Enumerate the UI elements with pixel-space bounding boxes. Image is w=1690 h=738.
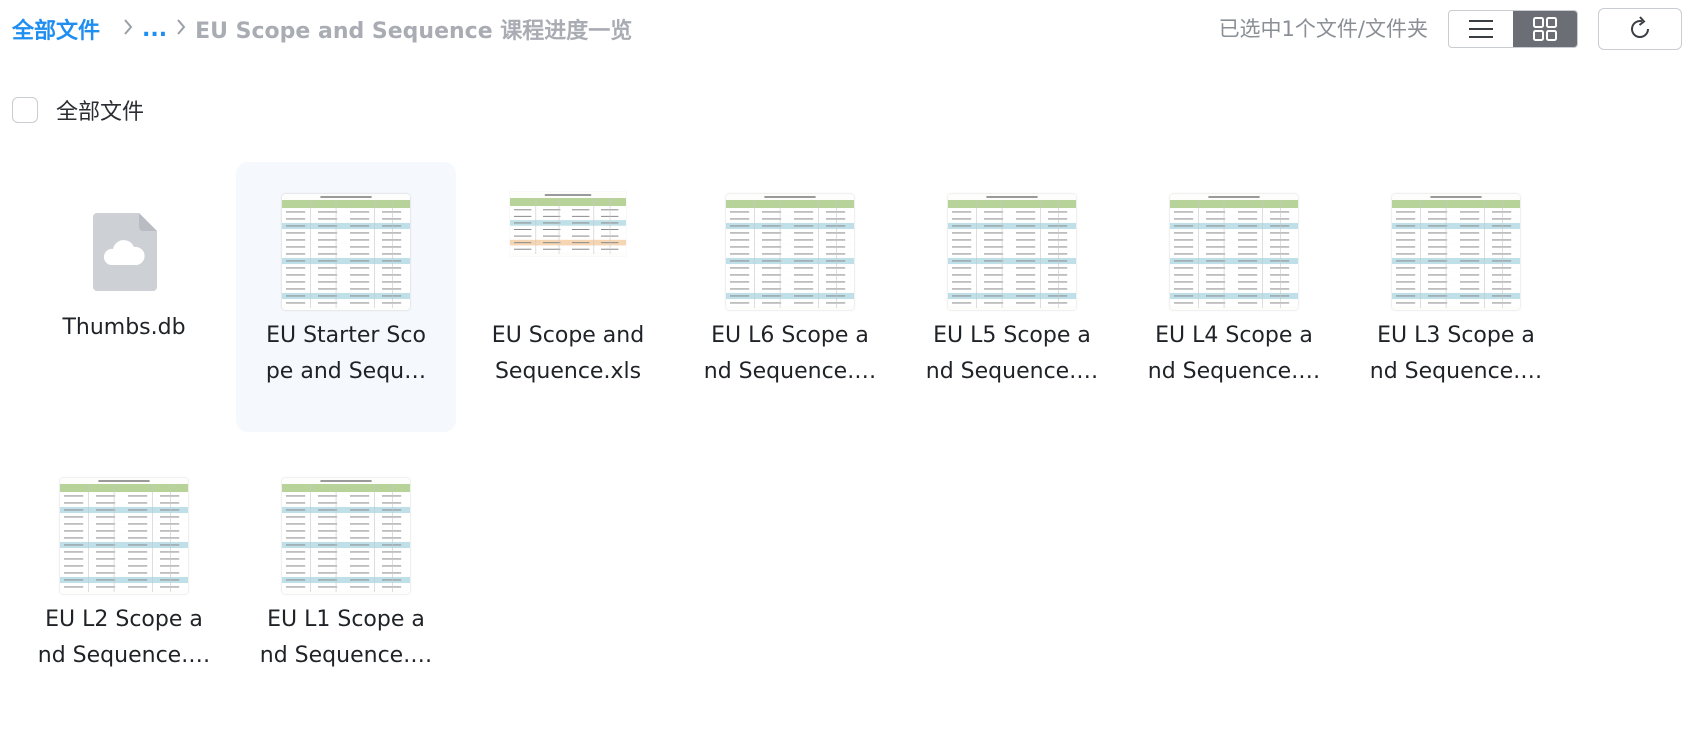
list-view-button[interactable]: [1449, 11, 1513, 47]
spreadsheet-preview-icon: [1392, 196, 1520, 308]
spreadsheet-preview-icon: [510, 194, 626, 254]
spreadsheet-thumbnail-icon: [510, 192, 626, 256]
file-thumbnail: [458, 192, 678, 312]
spreadsheet-thumbnail-icon: [726, 194, 854, 310]
file-tile-eu-l1[interactable]: EU L1 Scope a nd Sequence.…: [236, 446, 456, 716]
view-toggle: [1448, 10, 1578, 48]
file-thumbnail: [1346, 192, 1566, 312]
breadcrumb-ellipsis[interactable]: ...: [142, 17, 167, 42]
selection-status: 已选中1个文件/文件夹: [1218, 17, 1428, 41]
grid-view-button[interactable]: [1513, 11, 1577, 47]
file-name: EU Scope and Sequence.xls: [491, 323, 645, 384]
file-name: EU L2 Scope a nd Sequence.…: [37, 607, 211, 668]
file-thumbnail: [14, 476, 234, 596]
file-thumbnail: [1124, 192, 1344, 312]
breadcrumb: 全部文件 ... EU Scope and Sequence 课程进度一览: [12, 12, 632, 46]
spreadsheet-thumbnail-icon: [60, 478, 188, 594]
file-tile-eu-scope-xls[interactable]: EU Scope and Sequence.xls: [458, 162, 678, 432]
file-thumbnail: [680, 192, 900, 312]
spreadsheet-thumbnail-icon: [282, 478, 410, 594]
file-name: EU L3 Scope a nd Sequence.…: [1369, 323, 1543, 384]
grid-icon: [1533, 17, 1557, 41]
file-tile-eu-l2[interactable]: EU L2 Scope a nd Sequence.…: [14, 446, 234, 716]
chevron-right-icon: [122, 17, 134, 42]
spreadsheet-thumbnail-icon: [1170, 194, 1298, 310]
file-browser: 全部文件 ... EU Scope and Sequence 课程进度一览 已选…: [0, 0, 1690, 738]
file-thumbnail: [14, 192, 234, 312]
file-tile-eu-starter[interactable]: EU Starter Sco pe and Sequ…: [236, 162, 456, 432]
select-all-checkbox[interactable]: [12, 97, 38, 123]
file-name: EU L1 Scope a nd Sequence.…: [259, 607, 433, 668]
chevron-right-icon: [175, 17, 187, 42]
file-tile-eu-l6[interactable]: EU L6 Scope a nd Sequence.…: [680, 162, 900, 432]
spreadsheet-preview-icon: [1170, 196, 1298, 308]
spreadsheet-thumbnail-icon: [1392, 194, 1520, 310]
breadcrumb-current: EU Scope and Sequence 课程进度一览: [195, 19, 633, 44]
file-name: Thumbs.db: [62, 315, 186, 340]
file-tile-eu-l5[interactable]: EU L5 Scope a nd Sequence.…: [902, 162, 1122, 432]
spreadsheet-preview-icon: [948, 196, 1076, 308]
file-tile-thumbs-db[interactable]: Thumbs.db: [14, 162, 234, 432]
spreadsheet-preview-icon: [282, 480, 410, 592]
select-all-row[interactable]: 全部文件: [12, 94, 144, 126]
file-name: EU L4 Scope a nd Sequence.…: [1147, 323, 1321, 384]
file-name: EU Starter Sco pe and Sequ…: [265, 323, 427, 384]
file-thumbnail: [236, 476, 456, 596]
file-thumbnail: [902, 192, 1122, 312]
cloud-file-icon: [93, 213, 157, 291]
file-tile-eu-l3[interactable]: EU L3 Scope a nd Sequence.…: [1346, 162, 1566, 432]
refresh-button[interactable]: [1598, 8, 1682, 50]
spreadsheet-preview-icon: [60, 480, 188, 592]
spreadsheet-preview-icon: [282, 196, 410, 308]
file-name: EU L6 Scope a nd Sequence.…: [703, 323, 877, 384]
list-icon: [1469, 20, 1493, 38]
file-name: EU L5 Scope a nd Sequence.…: [925, 323, 1099, 384]
breadcrumb-root[interactable]: 全部文件: [12, 13, 100, 45]
file-tile-eu-l4[interactable]: EU L4 Scope a nd Sequence.…: [1124, 162, 1344, 432]
spreadsheet-thumbnail-icon: [948, 194, 1076, 310]
refresh-icon: [1631, 16, 1650, 38]
select-all-label: 全部文件: [56, 100, 145, 125]
spreadsheet-thumbnail-icon: [282, 194, 410, 310]
file-thumbnail: [236, 192, 456, 312]
header-bar: 全部文件 ... EU Scope and Sequence 课程进度一览 已选…: [0, 0, 1690, 60]
spreadsheet-preview-icon: [726, 196, 854, 308]
